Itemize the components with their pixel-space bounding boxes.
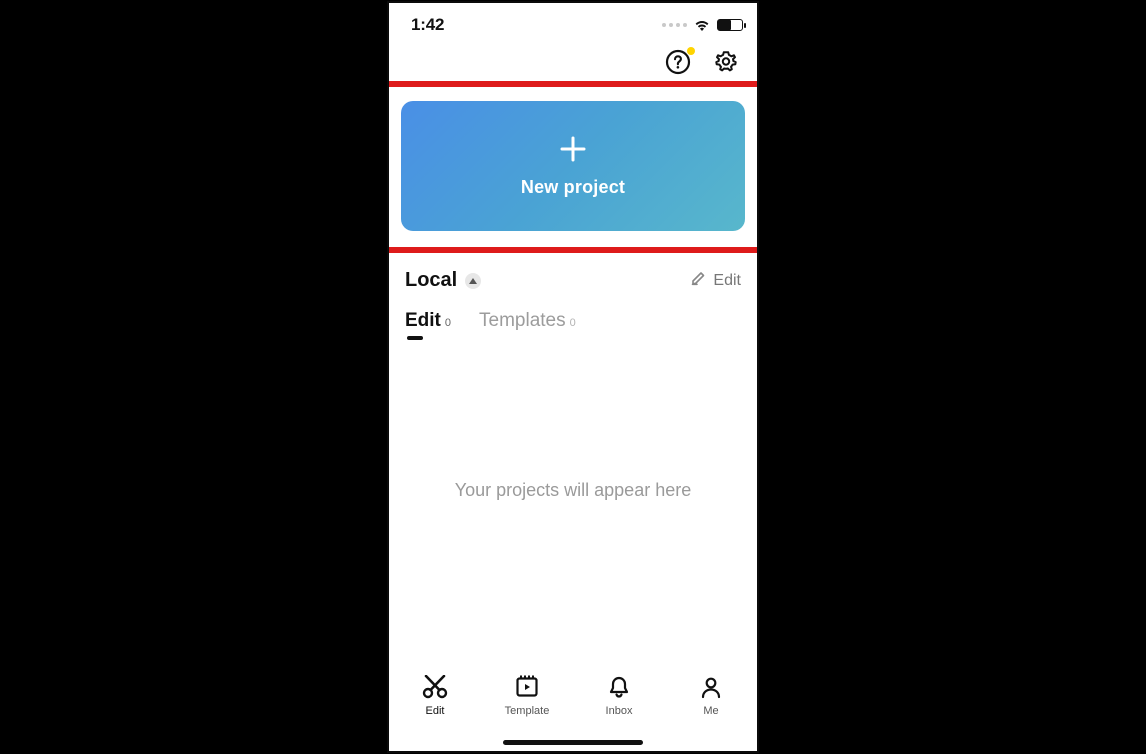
nav-me[interactable]: Me — [671, 675, 751, 717]
template-icon — [515, 675, 539, 699]
nav-template-label: Template — [505, 705, 550, 717]
wifi-icon — [693, 18, 711, 32]
status-indicators — [662, 18, 743, 32]
tab-edit[interactable]: Edit 0 — [405, 310, 451, 332]
nav-inbox[interactable]: Inbox — [579, 675, 659, 717]
scissors-icon — [422, 675, 448, 699]
tab-edit-label: Edit — [405, 310, 441, 332]
nav-inbox-label: Inbox — [606, 705, 633, 717]
empty-projects-message: Your projects will appear here — [405, 480, 741, 501]
nav-edit[interactable]: Edit — [395, 675, 475, 717]
app-screen: 1:42 — [387, 1, 759, 753]
pencil-icon — [691, 270, 707, 291]
active-tab-indicator — [407, 336, 423, 340]
settings-button[interactable] — [713, 49, 739, 80]
plus-icon — [559, 135, 587, 163]
header-actions — [389, 41, 757, 81]
section-header: Local Edit — [405, 269, 741, 292]
edit-link-label: Edit — [713, 272, 741, 290]
project-tabs: Edit 0 Templates 0 — [405, 310, 741, 340]
bell-icon — [607, 675, 631, 699]
nav-me-label: Me — [703, 705, 718, 717]
bottom-nav: Edit Template Inbox Me — [389, 665, 757, 751]
tab-templates[interactable]: Templates 0 — [479, 310, 576, 332]
battery-icon — [717, 19, 743, 31]
user-icon — [699, 675, 723, 699]
section-title-toggle[interactable]: Local — [405, 269, 481, 292]
home-indicator — [503, 740, 643, 745]
new-project-button[interactable]: New project — [401, 101, 745, 231]
section-title: Local — [405, 269, 457, 292]
notification-dot-icon — [687, 47, 695, 55]
cellular-signal-icon — [662, 23, 687, 27]
tab-edit-count: 0 — [445, 317, 451, 329]
tab-templates-count: 0 — [570, 317, 576, 329]
tab-templates-label: Templates — [479, 310, 566, 332]
help-button[interactable] — [665, 49, 691, 80]
nav-edit-label: Edit — [426, 705, 445, 717]
status-bar: 1:42 — [389, 3, 757, 41]
edit-projects-button[interactable]: Edit — [691, 270, 741, 291]
highlight-frame: New project — [387, 81, 759, 253]
gear-icon — [713, 49, 739, 75]
caret-up-icon — [465, 273, 481, 289]
nav-template[interactable]: Template — [487, 675, 567, 717]
status-time: 1:42 — [411, 15, 444, 35]
new-project-label: New project — [521, 177, 625, 198]
